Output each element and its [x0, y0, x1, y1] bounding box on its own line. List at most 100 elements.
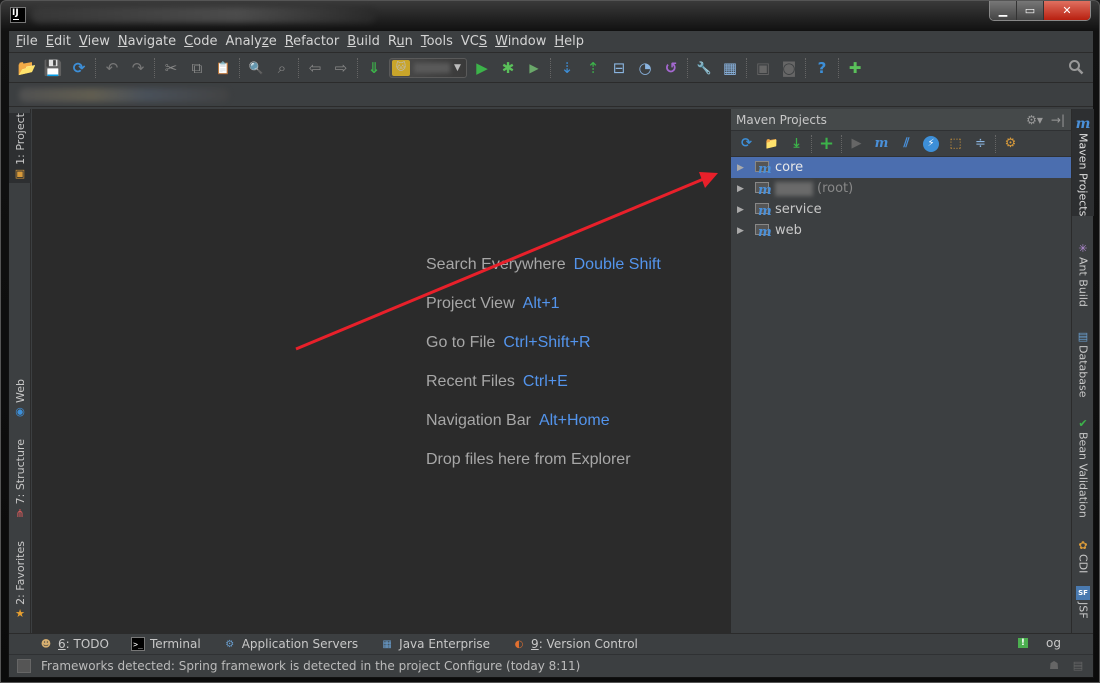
- debug-icon[interactable]: ✱: [495, 56, 521, 80]
- open-folder-icon[interactable]: 📂: [14, 56, 40, 80]
- gear-icon[interactable]: ⚙▾: [1026, 113, 1043, 127]
- find-icon[interactable]: 🔍: [243, 56, 269, 80]
- toggle-offline-icon[interactable]: ⫽: [894, 133, 919, 155]
- replace-icon[interactable]: ⌕: [269, 56, 295, 80]
- execute-goal-icon[interactable]: m: [869, 133, 894, 155]
- plugin-icon[interactable]: ✚: [842, 56, 868, 80]
- menu-item[interactable]: Refactor: [283, 34, 346, 49]
- tab-jsf[interactable]: SF JSF: [1072, 584, 1094, 619]
- menu-item[interactable]: Tools: [419, 34, 459, 49]
- event-log-button[interactable]: ! og: [1017, 636, 1061, 650]
- synchronize-icon[interactable]: ⟳: [66, 56, 92, 80]
- tab-structure[interactable]: 7: Structure ⋔: [9, 439, 31, 522]
- cut-icon[interactable]: ✂: [158, 56, 184, 80]
- revert-icon[interactable]: ↺: [658, 56, 684, 80]
- tool-button-version-control[interactable]: ◐ 9: Version Control: [512, 637, 638, 651]
- search-everywhere-icon[interactable]: [1065, 56, 1087, 78]
- help-icon[interactable]: ?: [809, 56, 835, 80]
- tab-ant-build[interactable]: ✳ Ant Build: [1072, 239, 1094, 307]
- menu-item[interactable]: View: [77, 34, 116, 49]
- skip-tests-icon[interactable]: ⚡: [923, 135, 939, 152]
- run-icon[interactable]: ▶: [469, 56, 495, 80]
- event-list-icon[interactable]: ▤: [1071, 658, 1085, 672]
- toolbar-separator: [841, 134, 842, 153]
- run-maven-build-icon[interactable]: ▶: [844, 133, 869, 155]
- tab-project[interactable]: 1: Project ▣: [9, 113, 31, 183]
- copy-icon[interactable]: ⧉: [184, 56, 210, 80]
- maven-settings-icon[interactable]: ⚙: [998, 133, 1023, 155]
- expand-arrow-icon[interactable]: ▶: [737, 226, 751, 236]
- tool-label: Terminal: [149, 637, 201, 651]
- menu-mnemonic: u: [396, 34, 405, 49]
- run-with-coverage-icon[interactable]: ▶: [521, 56, 547, 80]
- inspector-icon[interactable]: ☗: [1047, 658, 1061, 672]
- vcs-update-icon[interactable]: ⇣: [554, 56, 580, 80]
- breadcrumb-redacted[interactable]: [19, 88, 229, 102]
- menu-item[interactable]: Navigate: [116, 34, 182, 49]
- hint-shortcut: Alt+Home: [538, 412, 610, 429]
- tab-maven-projects[interactable]: m Maven Projects: [1072, 109, 1094, 217]
- maven-module-row[interactable]: ▶ m service: [731, 199, 1071, 220]
- project-structure-icon[interactable]: ▦: [717, 56, 743, 80]
- collapse-all-icon[interactable]: ≑: [968, 133, 993, 155]
- editor-hints: Search Everywhere Double Shift Project Vie…: [426, 256, 661, 490]
- toolbar-separator: [550, 57, 551, 78]
- menu-item[interactable]: VCS: [459, 34, 493, 49]
- back-icon[interactable]: ⇦: [302, 56, 328, 80]
- redo-icon[interactable]: ↷: [125, 56, 151, 80]
- tool-button-todo[interactable]: ☻ 6: TODO: [39, 637, 109, 651]
- window-controls: ▁ ▭ ✕: [989, 1, 1091, 21]
- download-icon[interactable]: ⤓: [784, 133, 809, 155]
- run-configuration-dropdown[interactable]: 🐱 ▼: [389, 57, 467, 78]
- editor-empty-area[interactable]: Search Everywhere Double Shift Project Vie…: [32, 109, 730, 633]
- make-project-icon[interactable]: ⇓: [361, 56, 387, 80]
- tool-windows-toggle-icon[interactable]: [17, 659, 31, 673]
- maven-module-row[interactable]: ▶ m web: [731, 220, 1071, 241]
- show-dependencies-icon[interactable]: ⬚: [943, 133, 968, 155]
- menu-item[interactable]: File: [14, 34, 44, 49]
- vcs-compare-icon[interactable]: ⊟: [606, 56, 632, 80]
- close-button[interactable]: ✕: [1044, 1, 1090, 20]
- maven-module-row[interactable]: ▶ m (root): [731, 178, 1071, 199]
- minimize-button[interactable]: ▁: [990, 1, 1017, 20]
- vcs-commit-icon[interactable]: ⇡: [580, 56, 606, 80]
- status-message[interactable]: Frameworks detected: Spring framework is…: [41, 659, 580, 673]
- tab-bean-validation[interactable]: ✔ Bean Validation: [1072, 414, 1094, 518]
- vcs-history-icon[interactable]: ◔: [632, 56, 658, 80]
- menu-label-part: elp: [564, 34, 585, 49]
- tool-button-terminal[interactable]: >_ Terminal: [130, 637, 201, 651]
- forward-icon[interactable]: ⇨: [328, 56, 354, 80]
- undo-icon[interactable]: ↶: [99, 56, 125, 80]
- tab-database[interactable]: ▤ Database: [1072, 327, 1094, 398]
- chevron-down-icon: ▼: [454, 62, 461, 73]
- tool-button-java-enterprise[interactable]: ▦ Java Enterprise: [380, 637, 490, 651]
- generate-sources-icon[interactable]: 📁: [759, 133, 784, 155]
- avd-manager-icon[interactable]: ▣: [750, 56, 776, 80]
- reimport-icon[interactable]: ⟳: [734, 133, 759, 155]
- hint-shortcut: Alt+1: [522, 295, 560, 312]
- tab-cdi[interactable]: ✿ CDI: [1072, 536, 1094, 574]
- menu-label-part: avigate: [127, 34, 177, 49]
- android-sdk-icon[interactable]: ◙: [776, 56, 802, 80]
- hide-panel-icon[interactable]: →|: [1051, 113, 1065, 127]
- tool-label: : Version Control: [538, 637, 638, 651]
- menu-item[interactable]: Code: [182, 34, 223, 49]
- tab-web[interactable]: Web ◉: [9, 379, 31, 421]
- maximize-button[interactable]: ▭: [1017, 1, 1044, 20]
- paste-icon[interactable]: 📋: [210, 56, 236, 80]
- add-icon[interactable]: +: [814, 133, 839, 155]
- menu-item[interactable]: Help: [552, 34, 590, 49]
- expand-arrow-icon[interactable]: ▶: [737, 163, 751, 173]
- menu-item[interactable]: Run: [386, 34, 419, 49]
- settings-wrench-icon[interactable]: 🔧: [691, 56, 717, 80]
- expand-arrow-icon[interactable]: ▶: [737, 205, 751, 215]
- tool-button-application-servers[interactable]: ⚙ Application Servers: [223, 637, 358, 651]
- menu-item[interactable]: Edit: [44, 34, 77, 49]
- expand-arrow-icon[interactable]: ▶: [737, 184, 751, 194]
- menu-item[interactable]: Window: [493, 34, 552, 49]
- menu-item[interactable]: Analyze: [223, 34, 282, 49]
- menu-item[interactable]: Build: [345, 34, 386, 49]
- save-icon[interactable]: 💾: [40, 56, 66, 80]
- maven-module-row[interactable]: ▶ m core: [731, 157, 1071, 178]
- tab-favorites[interactable]: 2: Favorites ★: [9, 541, 31, 623]
